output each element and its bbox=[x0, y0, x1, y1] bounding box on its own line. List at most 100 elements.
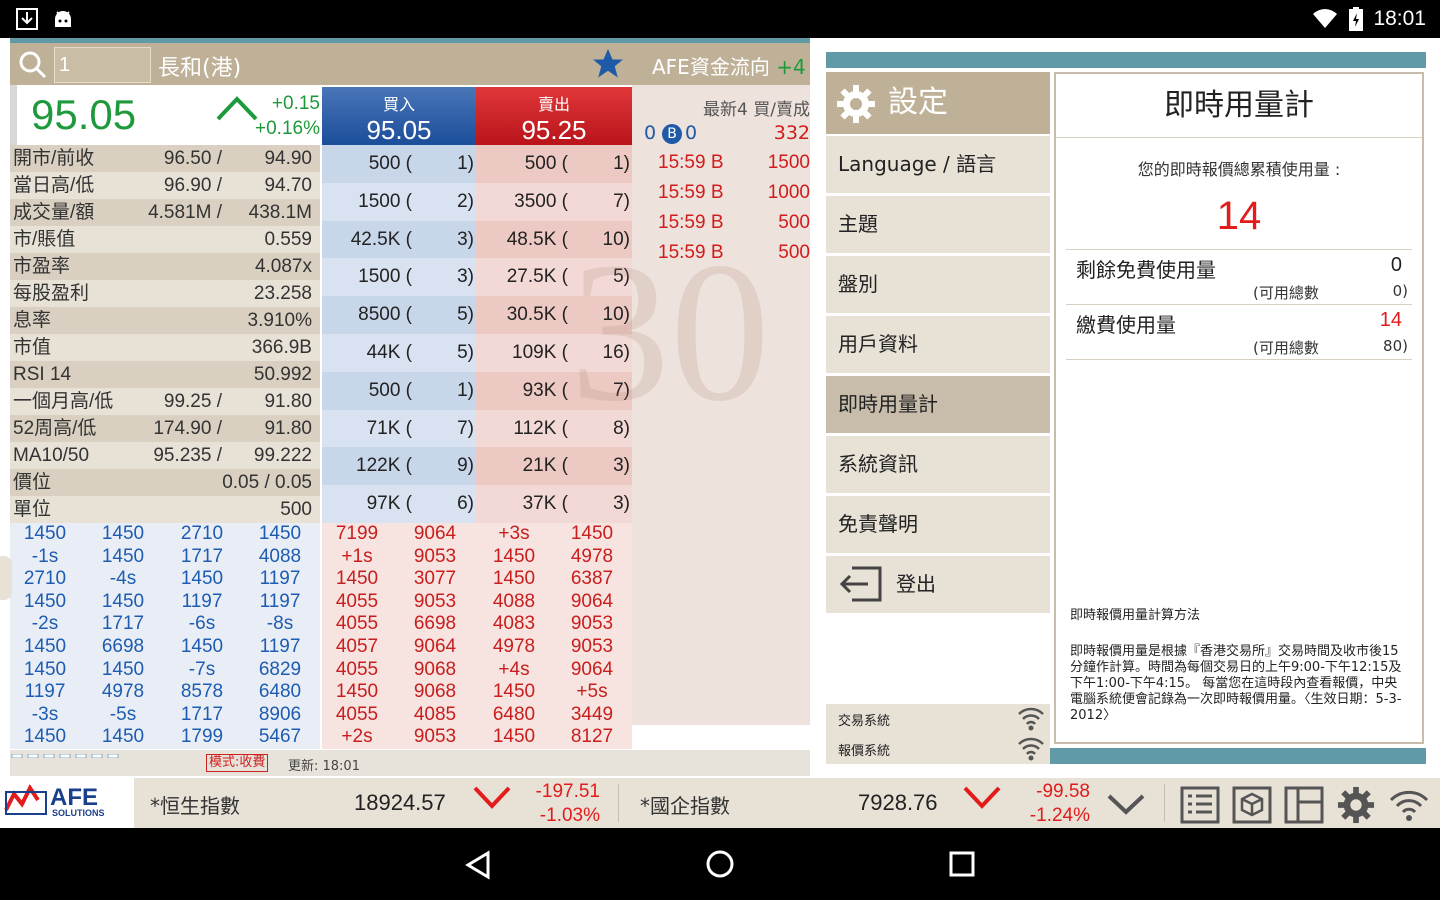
settings-menu-item[interactable]: 登出 bbox=[826, 556, 1050, 613]
settings-menu-item[interactable]: 盤別 bbox=[826, 256, 1050, 313]
bid-level[interactable]: 44K (5) bbox=[322, 333, 476, 372]
tick-row: 4055 9068 +4s 9064 bbox=[322, 659, 632, 682]
up-arrow-icon bbox=[215, 93, 259, 127]
bid-level[interactable]: 1500 (2) bbox=[322, 182, 476, 221]
stat-row: 每股盈利 23.258 bbox=[10, 280, 320, 307]
ask-level[interactable]: 27.5K (5) bbox=[476, 258, 632, 297]
stat-label: MA10/50 bbox=[13, 445, 90, 466]
hsi-value: 18924.57 bbox=[354, 790, 446, 815]
expand-chevron-icon[interactable] bbox=[1106, 786, 1146, 824]
home-icon[interactable] bbox=[704, 848, 736, 884]
ask-level[interactable]: 48.5K (10) bbox=[476, 220, 632, 259]
tick-row: -2s 1717 -6s -8s bbox=[10, 613, 320, 636]
afe-fund-flow-header[interactable]: AFE資金流向 +4 bbox=[632, 43, 810, 85]
tick-cell: 1717 bbox=[101, 613, 145, 635]
trade-time: 15:59 B bbox=[658, 152, 724, 173]
settings-menu-item[interactable]: 用戶資料 bbox=[826, 316, 1050, 373]
tick-cell: +2s bbox=[341, 726, 373, 748]
trade-rows: 15:59 B 1500 15:59 B 1000 15:59 B 500 15:59 B 5… bbox=[632, 148, 810, 268]
settings-gear-icon[interactable] bbox=[1336, 786, 1376, 824]
tick-cell: 1717 bbox=[180, 545, 224, 567]
ask-level[interactable]: 37K (3) bbox=[476, 485, 632, 523]
stat-label: 市值 bbox=[13, 337, 52, 358]
ask-level[interactable]: 109K (16) bbox=[476, 333, 632, 372]
settings-menu-item[interactable]: 系統資訊 bbox=[826, 436, 1050, 493]
stat-value-2: 3.910% bbox=[247, 310, 312, 331]
android-icon bbox=[52, 7, 76, 31]
change-percent: +0.16% bbox=[255, 118, 320, 139]
ask-level[interactable]: 30.5K (10) bbox=[476, 296, 632, 334]
settings-menu-item[interactable]: 免責聲明 bbox=[826, 496, 1050, 553]
tick-row: 1197 4978 8578 6480 bbox=[10, 681, 320, 704]
settings-menu-item[interactable]: 主題 bbox=[826, 196, 1050, 253]
tick-cell: 6387 bbox=[570, 568, 614, 590]
bid-count: 1) bbox=[457, 153, 474, 174]
back-icon[interactable] bbox=[464, 850, 492, 884]
tick-row: -3s -5s 1717 8906 bbox=[10, 704, 320, 727]
trades-counts: 0 B 0 332 bbox=[632, 122, 810, 148]
stat-label: 單位 bbox=[13, 499, 52, 520]
ask-level[interactable]: 93K (7) bbox=[476, 371, 632, 410]
tick-cell: -7s bbox=[188, 658, 216, 680]
recents-icon[interactable] bbox=[948, 850, 976, 882]
ask-level[interactable]: 3500 (7) bbox=[476, 182, 632, 221]
settings-title-text: 設定 bbox=[888, 85, 948, 120]
list-icon[interactable] bbox=[1180, 786, 1220, 824]
bid-level[interactable]: 42.5K (3) bbox=[322, 220, 476, 259]
hscei-index[interactable]: *國企指數 7928.76 -99.58 -1.24% bbox=[624, 778, 1104, 828]
ask-header[interactable]: 賣出 95.25 bbox=[476, 87, 632, 145]
search-icon[interactable] bbox=[18, 50, 48, 84]
bid-header[interactable]: 買入 95.05 bbox=[322, 87, 476, 145]
free-usage-value: 0 bbox=[1390, 254, 1402, 276]
stat-value-1: 95.235 / bbox=[153, 445, 222, 466]
depth-row: 500 (1) 93K (7) bbox=[322, 371, 632, 410]
stat-label: 一個月高/低 bbox=[13, 391, 114, 412]
stat-label: 開市/前收 bbox=[13, 148, 95, 169]
settings-menu-item[interactable]: Language / 語言 bbox=[826, 136, 1050, 193]
drawer-handle[interactable] bbox=[0, 556, 12, 600]
settings-menu-label: 免責聲明 bbox=[838, 512, 918, 536]
bid-count: 1) bbox=[457, 379, 474, 401]
ask-level[interactable]: 21K (3) bbox=[476, 447, 632, 486]
price-change: +0.15 +0.16% bbox=[255, 91, 320, 141]
hsi-index[interactable]: *恒生指數 18924.57 -197.51 -1.03% bbox=[134, 778, 618, 828]
bid-level[interactable]: 500 ( 1) bbox=[322, 145, 476, 183]
bid-level[interactable]: 1500 (3) bbox=[322, 258, 476, 297]
bid-level[interactable]: 500 (1) bbox=[322, 371, 476, 410]
trade-time: 15:59 B bbox=[658, 182, 724, 203]
ask-count: 10) bbox=[602, 304, 630, 326]
wifi-icon bbox=[1312, 7, 1337, 31]
stat-row: 成交量/額 4.581M / 438.1M bbox=[10, 199, 320, 226]
tick-cell: 1450 bbox=[258, 523, 302, 544]
ask-count: 3) bbox=[613, 493, 630, 515]
ask-quantity: 500 ( bbox=[524, 153, 568, 174]
stat-value-1: 4.581M / bbox=[148, 202, 222, 223]
stat-value-2: 4.087x bbox=[254, 256, 312, 277]
hscei-change-value: -99.58 bbox=[1036, 781, 1090, 802]
tick-cell: 9068 bbox=[413, 658, 457, 680]
bid-level[interactable]: 122K (9) bbox=[322, 447, 476, 486]
ask-quantity: 48.5K ( bbox=[506, 228, 568, 250]
bid-count: 6) bbox=[457, 493, 474, 515]
cube-icon[interactable] bbox=[1232, 786, 1272, 824]
stock-code-input[interactable] bbox=[54, 47, 151, 83]
settings-menu-item[interactable]: 即時用量計 bbox=[826, 376, 1050, 433]
paid-usage-value: 14 bbox=[1379, 309, 1402, 331]
bid-level[interactable]: 97K (6) bbox=[322, 485, 476, 523]
tick-cell: 4088 bbox=[492, 590, 536, 612]
bid-quantity: 500 ( bbox=[368, 153, 412, 174]
hsi-change: -197.51 -1.03% bbox=[524, 780, 600, 828]
layout-icon[interactable] bbox=[1284, 786, 1324, 824]
paid-total-label: (可用總數 bbox=[1253, 339, 1319, 357]
connection-wifi-icon[interactable] bbox=[1388, 786, 1429, 824]
stock-name: 長和(港) bbox=[158, 56, 242, 81]
hsi-change-percent: -1.03% bbox=[539, 805, 600, 826]
bid-level[interactable]: 71K (7) bbox=[322, 409, 476, 448]
trade-row: 15:59 B 500 bbox=[632, 238, 810, 268]
ask-level[interactable]: 500 (1) bbox=[476, 145, 632, 183]
star-icon[interactable] bbox=[590, 46, 626, 86]
hscei-name: *國企指數 bbox=[640, 794, 730, 818]
bid-quantity: 1500 ( bbox=[358, 266, 412, 288]
bid-level[interactable]: 8500 (5) bbox=[322, 296, 476, 334]
ask-level[interactable]: 112K (8) bbox=[476, 409, 632, 448]
